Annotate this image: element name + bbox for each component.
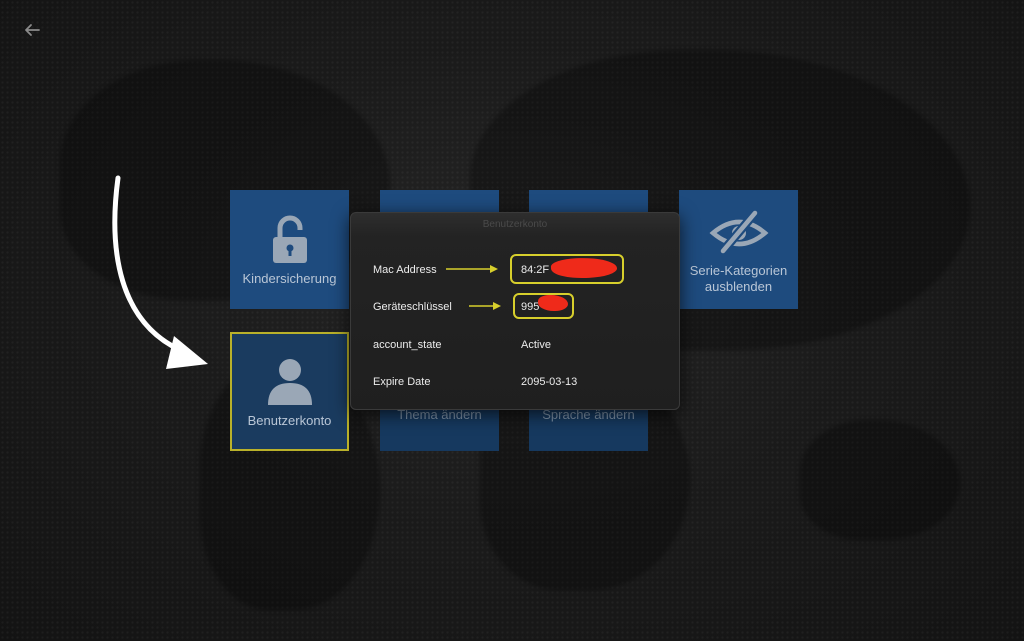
mac-address-highlight [510,254,624,284]
back-button[interactable] [20,18,44,42]
account-state-label: account_state [373,339,442,351]
arrow-right-icon [469,302,501,310]
device-key-highlight [513,293,574,319]
dialog-title: Benutzerkonto [482,219,548,230]
mac-address-label: Mac Address [373,264,437,276]
arrow-left-icon [25,24,40,36]
world-map-background [800,420,960,540]
tile-label: Benutzerkonto [247,412,332,428]
settings-screen: Kindersicherung Serie-Kategorien ausblen… [0,0,1024,641]
tile-kindersicherung[interactable]: Kindersicherung [230,190,349,309]
expire-date-value: 2095-03-13 [521,376,578,388]
tile-benutzerkonto[interactable]: Benutzerkonto [230,332,349,451]
tile-serie-kategorien[interactable]: Serie-Kategorien ausblenden [679,190,798,309]
user-icon [267,358,312,405]
tile-label: Serie-Kategorien ausblenden [689,262,788,294]
expire-date-label: Expire Date [373,376,431,388]
eye-off-icon [709,209,768,254]
curved-arrow-icon [112,175,208,369]
account-state-value: Active [521,339,551,351]
arrow-right-icon [446,265,498,273]
lock-open-icon [272,215,307,263]
device-key-label: Geräteschlüssel [373,301,452,313]
tile-label: Kindersicherung [242,270,337,286]
